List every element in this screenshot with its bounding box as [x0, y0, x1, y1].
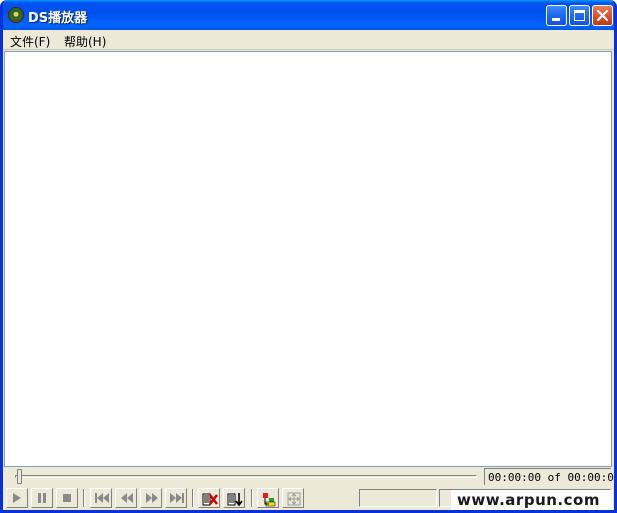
- stop-button[interactable]: [56, 488, 78, 508]
- window-title: DS播放器: [28, 11, 88, 26]
- seek-slider-thumb[interactable]: [17, 469, 22, 484]
- maximize-button[interactable]: [569, 5, 590, 26]
- skip-back-icon: [95, 493, 109, 503]
- minimize-button[interactable]: [546, 5, 567, 26]
- toolbar-separator: [192, 489, 194, 507]
- play-icon: [13, 493, 21, 503]
- fullscreen-button[interactable]: [282, 488, 304, 508]
- skip-back-button[interactable]: [90, 488, 112, 508]
- skip-forward-button[interactable]: [165, 488, 187, 508]
- watermark-text: www.arpun.com: [451, 490, 613, 510]
- pause-button[interactable]: [31, 488, 53, 508]
- rewind-icon: [121, 493, 133, 503]
- remove-playlist-button[interactable]: [198, 488, 220, 508]
- skip-forward-icon: [170, 493, 184, 503]
- menu-bar: 文件(F) 帮助(H): [3, 30, 614, 50]
- color-properties-icon: [263, 493, 276, 507]
- seek-row: 00:00:00 of 00:00:00: [3, 467, 614, 486]
- add-playlist-button[interactable]: [223, 488, 245, 508]
- rewind-button[interactable]: [115, 488, 137, 508]
- toolbar-separator: [251, 489, 253, 507]
- stop-icon: [63, 494, 71, 502]
- fast-forward-icon: [146, 493, 158, 503]
- seek-slider-track[interactable]: [15, 475, 477, 478]
- app-window: DS播放器 文件(F) 帮助(H) 00:00:00 of 00:00:00 w…: [0, 0, 617, 513]
- add-playlist-icon: [227, 493, 243, 507]
- time-display: 00:00:00 of 00:00:00: [484, 468, 614, 485]
- pause-icon: [38, 493, 46, 503]
- menu-help[interactable]: 帮助(H): [64, 33, 106, 50]
- fullscreen-icon: [287, 492, 301, 506]
- video-display-area[interactable]: [4, 51, 612, 467]
- status-panel: [359, 489, 437, 507]
- close-button[interactable]: [592, 5, 613, 26]
- play-button[interactable]: [6, 488, 28, 508]
- title-bar[interactable]: DS播放器: [3, 0, 614, 30]
- color-properties-button[interactable]: [257, 488, 279, 508]
- toolbar-separator: [83, 489, 85, 507]
- close-icon: [596, 9, 609, 22]
- fast-forward-button[interactable]: [140, 488, 162, 508]
- minimize-icon: [552, 18, 560, 21]
- maximize-icon: [574, 10, 585, 21]
- menu-file[interactable]: 文件(F): [10, 33, 50, 50]
- remove-playlist-icon: [202, 493, 218, 506]
- player-app-icon[interactable]: [8, 7, 24, 23]
